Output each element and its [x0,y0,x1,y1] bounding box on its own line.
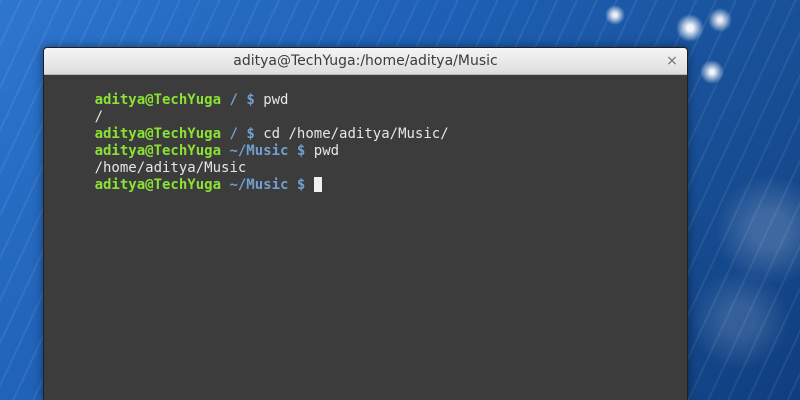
command-text: pwd [313,143,340,159]
prompt-user: aditya@TechYuga [94,126,222,142]
prompt-path: ~/Music [229,177,289,193]
prompt-path: / [229,126,238,142]
terminal-output-area[interactable]: aditya@TechYuga / $ pwd / aditya@TechYug… [44,75,687,400]
window-title: aditya@TechYuga:/home/aditya/Music [233,53,498,69]
output-text: /home/aditya/Music [94,160,247,176]
command-text: pwd [263,92,289,108]
prompt-symbol: $ [246,126,255,142]
terminal-line: aditya@TechYuga / $ cd /home/aditya/Musi… [44,109,687,142]
command-text: cd /home/aditya/Music/ [263,126,449,142]
close-icon[interactable]: × [665,54,679,68]
terminal-window[interactable]: aditya@TechYuga:/home/aditya/Music × adi… [43,47,688,400]
prompt-symbol: $ [296,177,306,193]
text-cursor [313,177,322,192]
prompt-user: aditya@TechYuga [94,143,222,159]
prompt-symbol: $ [246,92,255,108]
prompt-user: aditya@TechYuga [94,92,222,108]
prompt-path: ~/Music [229,143,289,159]
output-text: / [94,109,104,125]
terminal-line: aditya@TechYuga / $ pwd [44,75,687,108]
prompt-path: / [229,92,238,108]
prompt-symbol: $ [296,143,306,159]
title-bar[interactable]: aditya@TechYuga:/home/aditya/Music × [44,48,687,75]
command-input[interactable] [305,177,313,193]
prompt-user: aditya@TechYuga [94,177,222,193]
